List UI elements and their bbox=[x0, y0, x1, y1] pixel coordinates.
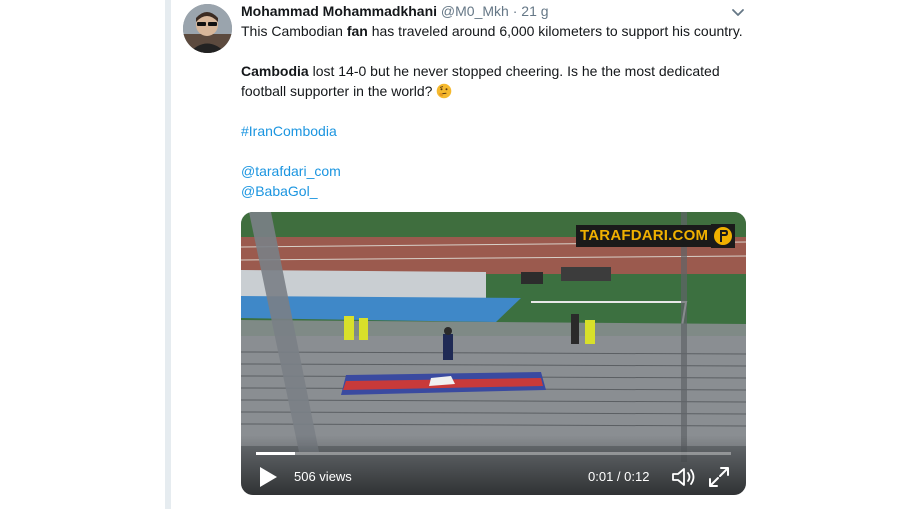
tarafdari-logo-icon bbox=[711, 224, 735, 248]
timecode: 0:01 / 0:12 bbox=[588, 469, 650, 484]
play-icon[interactable] bbox=[257, 465, 279, 489]
tweet-header: Mohammad Mohammadkhani @M0_Mkh · 21 g bbox=[241, 3, 549, 21]
fullscreen-icon[interactable] bbox=[707, 465, 731, 489]
tweet-text-line-1: This Cambodian fan has traveled around 6… bbox=[241, 23, 743, 39]
author-name[interactable]: Mohammad Mohammadkhani bbox=[241, 3, 437, 19]
volume-icon[interactable] bbox=[670, 465, 696, 489]
mention-link-babagol[interactable]: @BabaGol_ bbox=[241, 181, 317, 201]
avatar[interactable] bbox=[183, 4, 232, 53]
chevron-down-icon[interactable] bbox=[730, 4, 746, 20]
progress-fill bbox=[256, 452, 296, 455]
progress-bar[interactable] bbox=[256, 452, 731, 455]
video-controls: 506 views 0:01 / 0:12 bbox=[241, 435, 746, 495]
author-handle[interactable]: @M0_Mkh bbox=[441, 3, 509, 19]
header-separator: · bbox=[512, 3, 518, 19]
timeline-border bbox=[165, 0, 171, 509]
mention-link-tarafdari[interactable]: @tarafdari_com bbox=[241, 161, 341, 181]
video-player[interactable]: TARAFDARI.COM 506 views 0:01 / 0:12 bbox=[241, 212, 746, 495]
watermark-text: TARAFDARI.COM bbox=[576, 225, 713, 247]
tweet-text-line-2: Cambodia lost 14-0 but he never stopped … bbox=[241, 63, 720, 79]
tweet-time[interactable]: 21 g bbox=[521, 3, 548, 19]
thinking-face-icon bbox=[437, 83, 452, 99]
view-count: 506 views bbox=[294, 469, 352, 484]
tweet-text-line-3: football supporter in the world? bbox=[241, 81, 452, 101]
hashtag-link[interactable]: #IranCombodia bbox=[241, 121, 337, 141]
